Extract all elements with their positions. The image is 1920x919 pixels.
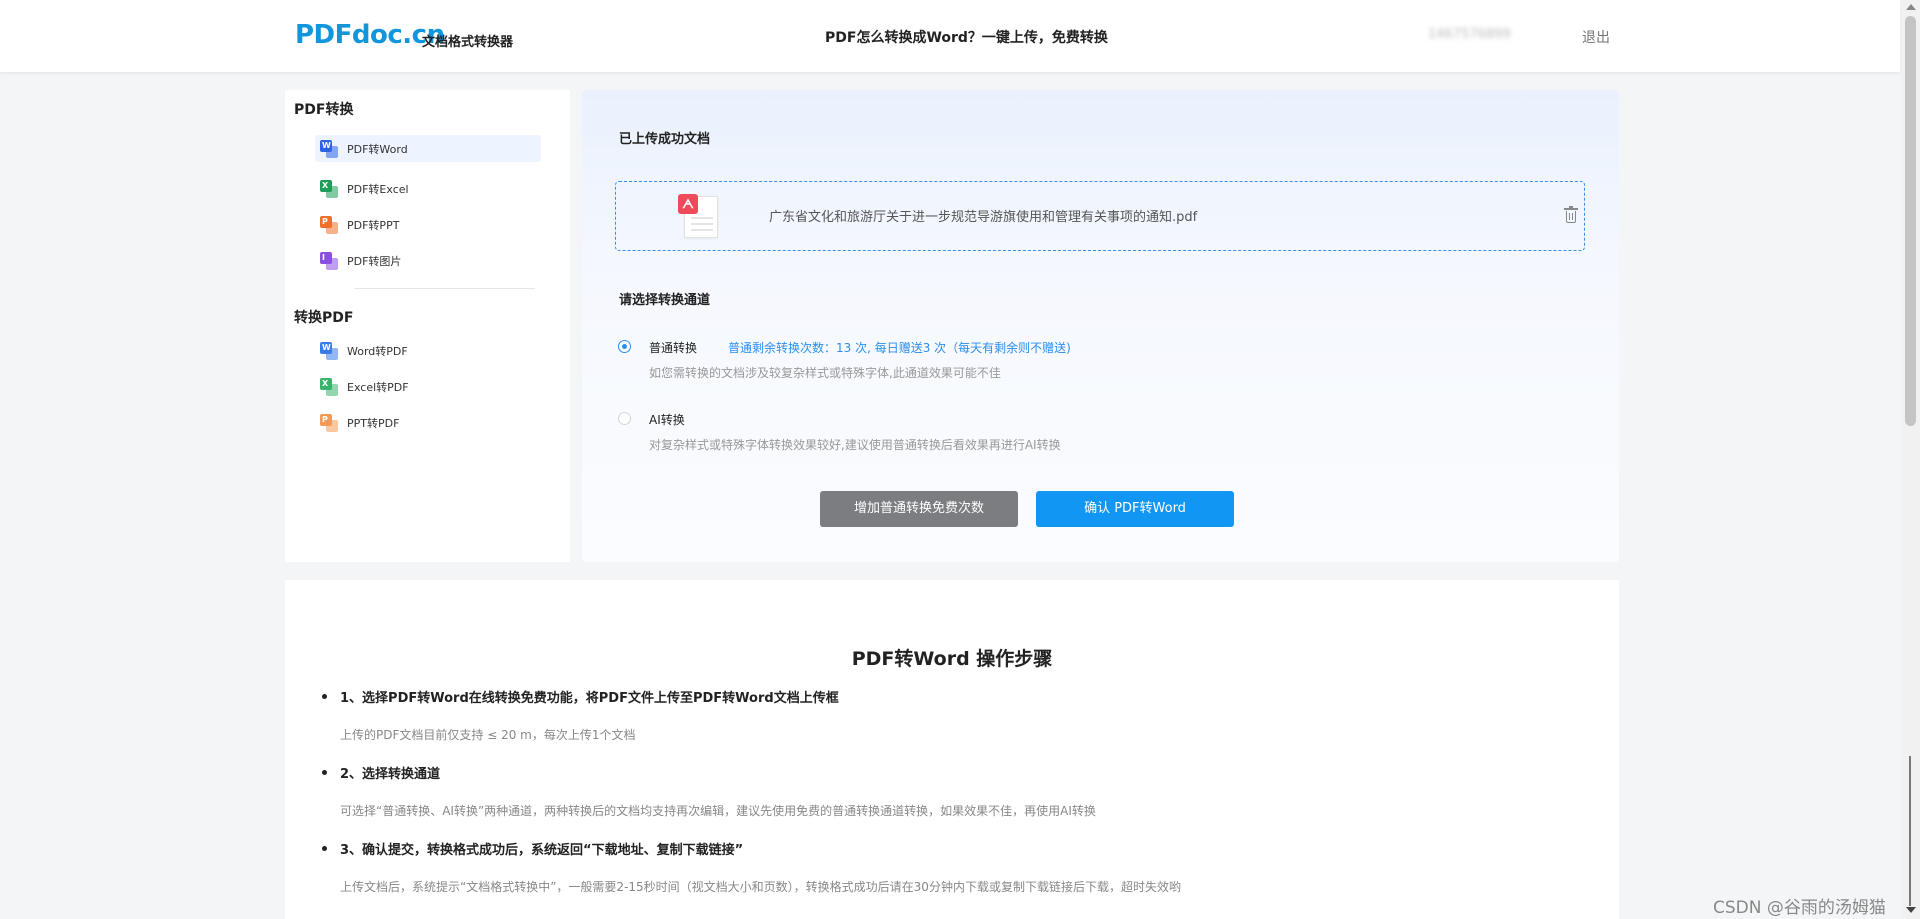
confirm-convert-button[interactable]: 确认 PDF转Word	[1036, 491, 1234, 527]
delete-file-icon[interactable]	[1564, 206, 1578, 225]
scroll-up-arrow-icon[interactable]	[1906, 4, 1916, 10]
uploaded-file-name: 广东省文化和旅游厅关于进一步规范导游旗使用和管理有关事项的通知.pdf	[769, 210, 1198, 225]
top-header: PDFdoc.cn 文档格式转换器 PDF怎么转换成Word？一键上传，免费转换…	[0, 0, 1900, 72]
excel-file-icon: X	[320, 377, 338, 396]
option-normal-desc: 如您需转换的文档涉及较复杂样式或特殊字体,此通道效果可能不佳	[649, 366, 1001, 380]
channel-select-title: 请选择转换通道	[619, 293, 711, 308]
csdn-watermark: CSDN @谷雨的汤姆猫	[1713, 898, 1886, 918]
logout-link[interactable]: 退出	[1582, 27, 1610, 47]
sidebar-item-pdf-to-word[interactable]: W PDF转Word	[315, 135, 541, 162]
step-2-heading: 2、选择转换通道	[340, 767, 441, 782]
scroll-track-marker	[1909, 756, 1911, 906]
radio-normal-convert[interactable]	[618, 340, 631, 353]
bullet-icon	[322, 846, 327, 851]
step-2-desc: 可选择“普通转换、AI转换”两种通道，两种转换后的文档均支持再次编辑，建议先使用…	[340, 804, 1096, 818]
page-scrollbar[interactable]	[1901, 0, 1920, 919]
word-file-icon: W	[320, 139, 338, 158]
sidebar-divider	[354, 288, 535, 289]
steps-title: PDF转Word 操作步骤	[851, 648, 1053, 670]
operation-steps-section: PDF转Word 操作步骤 1、选择PDF转Word在线转换免费功能，将PDF文…	[285, 580, 1619, 919]
step-3-desc: 上传文档后，系统提示“文档格式转换中”，一般需要2-15秒时间（视文档大小和页数…	[340, 880, 1181, 894]
page-headline: PDF怎么转换成Word？一键上传，免费转换	[825, 30, 1108, 46]
conversion-panel: 已上传成功文档 ᗅ 广东省文化和旅游厅关于进一步规范导游旗使用和管理有关事项的通…	[582, 90, 1619, 562]
sidebar-item-pdf-to-image[interactable]: I PDF转图片	[315, 247, 541, 274]
ppt-file-icon: P	[320, 215, 338, 234]
sidebar: PDF转换 W PDF转Word X PDF转Excel P PDF转PPT I…	[285, 90, 570, 562]
sidebar-item-label: Excel转PDF	[347, 380, 409, 394]
step-1-desc: 上传的PDF文档目前仅支持 ≤ 20 m，每次上传1个文档	[340, 728, 636, 742]
sidebar-item-pdf-to-ppt[interactable]: P PDF转PPT	[315, 211, 541, 238]
sidebar-group-pdf-convert-title: PDF转换	[294, 102, 354, 118]
step-3-heading: 3、确认提交，转换格式成功后，系统返回“下载地址、复制下载链接”	[340, 843, 744, 858]
uploaded-docs-title: 已上传成功文档	[619, 132, 711, 147]
sidebar-item-word-to-pdf[interactable]: W Word转PDF	[315, 337, 541, 364]
pdf-file-icon: ᗅ	[678, 194, 722, 240]
sidebar-item-pdf-to-excel[interactable]: X PDF转Excel	[315, 175, 541, 202]
option-ai-label[interactable]: AI转换	[649, 411, 685, 428]
excel-file-icon: X	[320, 179, 338, 198]
add-free-times-button[interactable]: 增加普通转换免费次数	[820, 491, 1018, 527]
bullet-icon	[322, 694, 327, 699]
sidebar-item-label: PDF转PPT	[347, 218, 400, 232]
sidebar-item-label: PPT转PDF	[347, 416, 400, 430]
sidebar-item-label: PDF转Word	[347, 142, 408, 156]
sidebar-item-ppt-to-pdf[interactable]: P PPT转PDF	[315, 409, 541, 436]
sidebar-item-excel-to-pdf[interactable]: X Excel转PDF	[315, 373, 541, 400]
scroll-down-arrow-icon[interactable]	[1906, 907, 1916, 913]
user-account[interactable]: 1467576899	[1428, 27, 1511, 42]
site-subtitle: 文档格式转换器	[422, 35, 514, 50]
uploaded-file-box: ᗅ 广东省文化和旅游厅关于进一步规范导游旗使用和管理有关事项的通知.pdf	[615, 181, 1585, 251]
scrollbar-thumb[interactable]	[1905, 16, 1916, 426]
sidebar-group-to-pdf-title: 转换PDF	[294, 310, 354, 326]
option-ai-desc: 对复杂样式或特殊字体转换效果较好,建议使用普通转换后看效果再进行AI转换	[649, 438, 1061, 452]
option-normal-label[interactable]: 普通转换	[649, 339, 697, 356]
sidebar-item-label: PDF转Excel	[347, 182, 409, 196]
sidebar-item-label: Word转PDF	[347, 344, 408, 358]
radio-ai-convert[interactable]	[618, 412, 631, 425]
word-file-icon: W	[320, 341, 338, 360]
step-1-heading: 1、选择PDF转Word在线转换免费功能，将PDF文件上传至PDF转Word文档…	[340, 691, 839, 706]
normal-remaining-count: 普通剩余转换次数：13 次, 每日赠送3 次（每天有剩余则不赠送)	[728, 341, 1071, 355]
bullet-icon	[322, 770, 327, 775]
image-file-icon: I	[320, 251, 338, 270]
sidebar-item-label: PDF转图片	[347, 254, 402, 268]
ppt-file-icon: P	[320, 413, 338, 432]
